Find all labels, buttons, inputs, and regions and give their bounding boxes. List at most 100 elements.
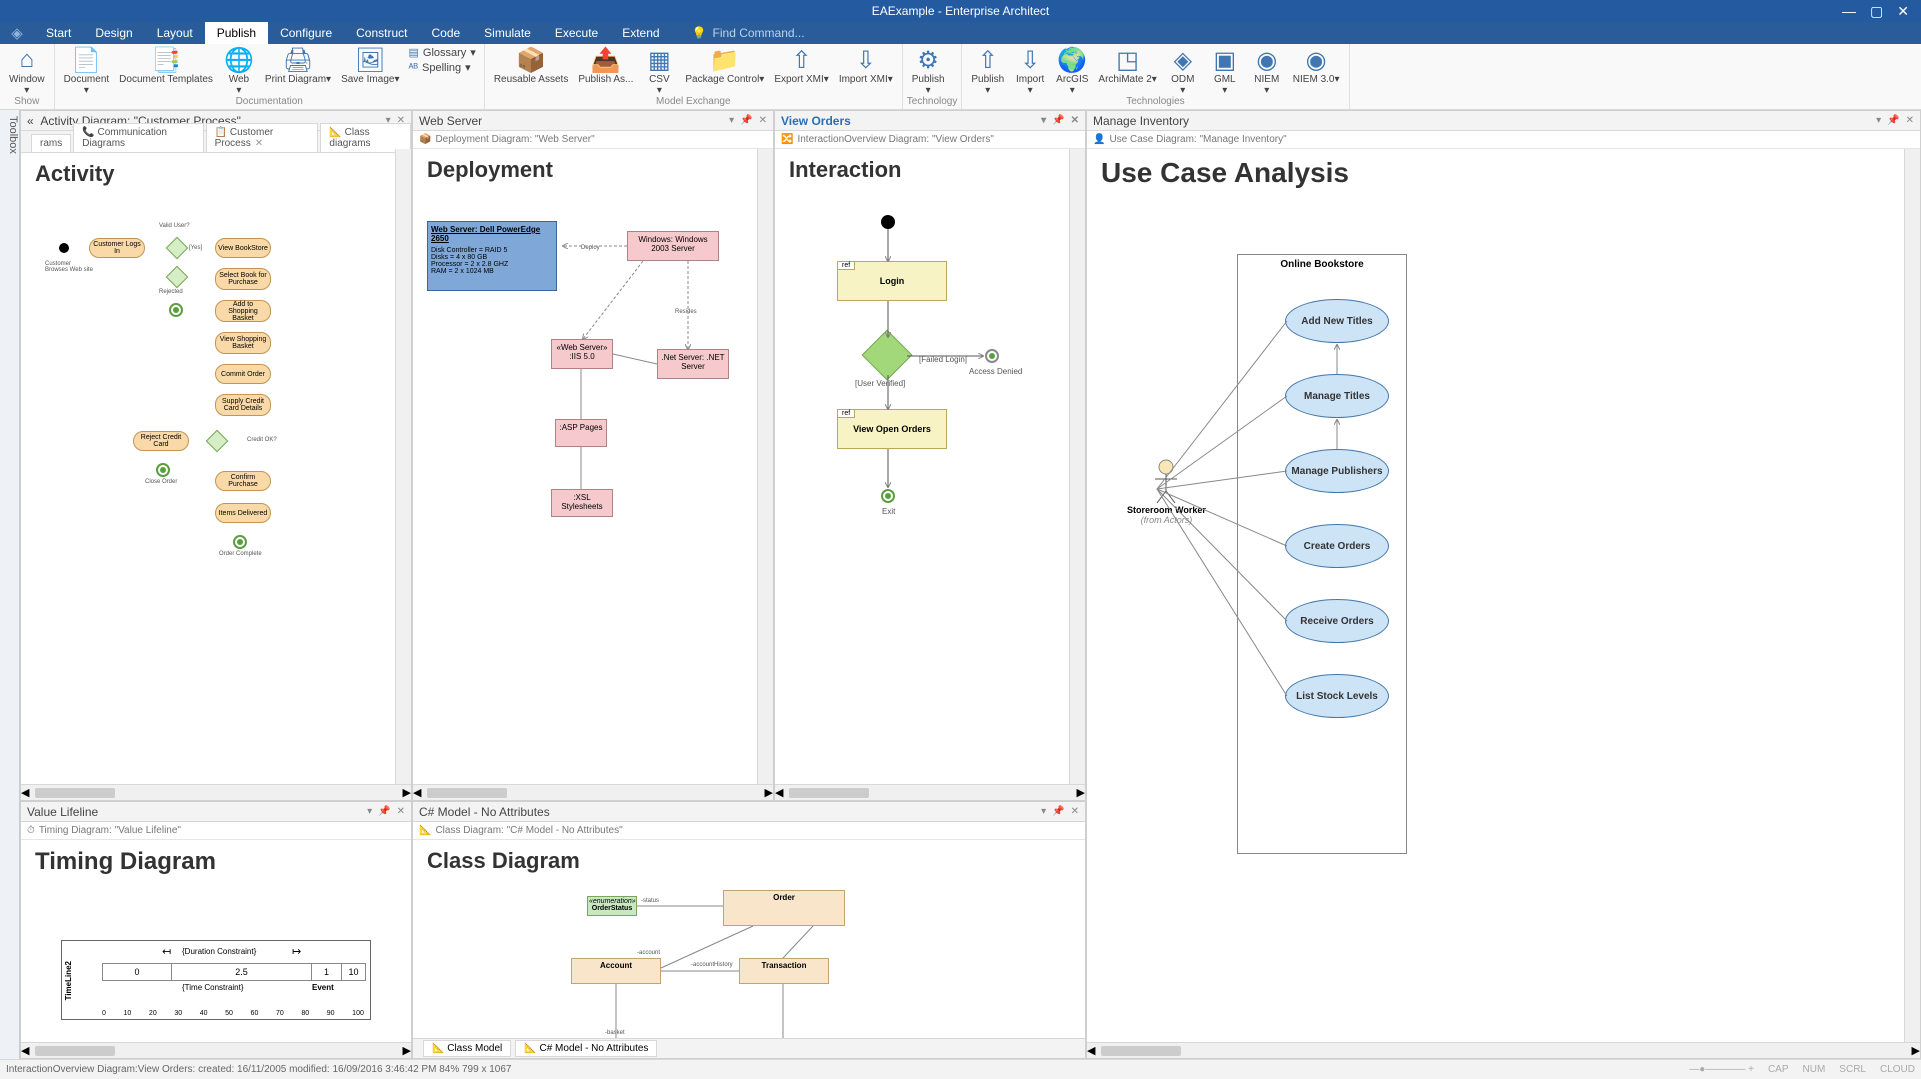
scrollbar-h[interactable]: ◀▶ [21, 784, 411, 800]
class-order[interactable]: Order [723, 890, 845, 926]
ribbon-document[interactable]: 📄Document▾ [59, 46, 115, 96]
class-canvas[interactable]: Class Diagram «enumeration» OrderStatus … [413, 840, 1085, 1038]
ribbon-web[interactable]: 🌐Web▾ [218, 46, 260, 96]
uc-manage-titles[interactable]: Manage Titles [1285, 374, 1389, 418]
ref-open-orders[interactable]: ref View Open Orders [837, 409, 947, 449]
ribbon-import-xmi[interactable]: ⇩Import XMI▾ [834, 46, 898, 85]
close-icon[interactable]: ✕ [1897, 3, 1909, 20]
tab-class-model[interactable]: 📐 Class Model [423, 1040, 511, 1057]
minimize-icon[interactable]: — [1842, 3, 1856, 20]
node-asp[interactable]: :ASP Pages [555, 419, 607, 447]
logo-icon[interactable]: ◈ [0, 24, 34, 42]
activity-canvas[interactable]: Activity Customer Logs In Valid User? [Y… [21, 153, 411, 784]
ribbon-window[interactable]: ⌂Window▾ [4, 46, 50, 96]
node-commit[interactable]: Commit Order [215, 364, 271, 384]
node-confirm[interactable]: Confirm Purchase [215, 471, 271, 491]
menu-extend[interactable]: Extend [610, 22, 671, 44]
node-windows[interactable]: Windows: Windows 2003 Server [627, 231, 719, 261]
scrollbar-v[interactable] [757, 149, 773, 784]
node-viewbasket[interactable]: View Shopping Basket [215, 332, 271, 354]
menu-execute[interactable]: Execute [543, 22, 610, 44]
uc-add-titles[interactable]: Add New Titles [1285, 299, 1389, 343]
sidebar-collapsed[interactable]: Toolbox Project Browser [0, 110, 20, 1059]
ribbon-niem3[interactable]: ◉NIEM 3.0▾ [1288, 46, 1345, 85]
scrollbar-h[interactable]: ◀▶ [1087, 1042, 1920, 1058]
decision-login[interactable] [862, 330, 913, 381]
node-supply[interactable]: Supply Credit Card Details [215, 394, 271, 416]
decision-rejected[interactable] [166, 266, 189, 289]
ribbon-tech-publish2[interactable]: ⇧Publish▾ [966, 46, 1009, 96]
scrollbar-v[interactable] [395, 149, 411, 784]
menubar: ◈ Start Design Layout Publish Configure … [0, 22, 1921, 44]
timing-canvas[interactable]: Timing Diagram TimeLine2 {Duration Const… [21, 840, 411, 1042]
menu-construct[interactable]: Construct [344, 22, 419, 44]
actor-storeroom[interactable]: Storeroom Worker (from Actors) [1127, 459, 1206, 525]
ref-login[interactable]: ref Login [837, 261, 947, 301]
diagram-title: Deployment [413, 149, 773, 191]
scrollbar-v[interactable] [1904, 149, 1920, 1042]
node-iis[interactable]: «Web Server» :IIS 5.0 [551, 339, 613, 369]
ribbon-arcgis[interactable]: 🌍ArcGIS▾ [1051, 46, 1093, 96]
scrollbar-h[interactable]: ◀▶ [413, 784, 773, 800]
ribbon-save-image[interactable]: 🖼Save Image▾ [336, 46, 404, 85]
maximize-icon[interactable]: ▢ [1870, 3, 1883, 20]
menu-start[interactable]: Start [34, 22, 83, 44]
tab-csharp-model[interactable]: 📐 C# Model - No Attributes [515, 1040, 657, 1057]
node-select[interactable]: Select Book for Purchase [215, 268, 271, 290]
node-view[interactable]: View BookStore [215, 238, 271, 258]
ribbon-tech-import[interactable]: ⇩Import▾ [1009, 46, 1051, 96]
tab-comm[interactable]: 📞 Communication Diagrams [73, 123, 203, 152]
node-xsl[interactable]: :XSL Stylesheets [551, 489, 613, 517]
scrollbar-h[interactable]: ◀▶ [775, 784, 1085, 800]
toolbox-tab[interactable]: Toolbox [7, 116, 19, 1059]
deployment-canvas[interactable]: Deployment Web Server: Dell PowerEdge 26… [413, 149, 773, 784]
enum-orderstatus[interactable]: «enumeration» OrderStatus [587, 896, 637, 916]
ribbon-csv[interactable]: ▦CSV▾ [638, 46, 680, 96]
tab-rams[interactable]: rams [31, 134, 71, 152]
zoom-slider[interactable]: —●———— + [1689, 1064, 1754, 1075]
menu-configure[interactable]: Configure [268, 22, 344, 44]
interaction-canvas[interactable]: Interaction ref Login [Failed Login] [Us… [775, 149, 1085, 784]
menu-design[interactable]: Design [83, 22, 144, 44]
ribbon-glossary[interactable]: ▤Glossary ▾ [408, 46, 475, 59]
uc-manage-publishers[interactable]: Manage Publishers [1285, 449, 1389, 493]
node-login[interactable]: Customer Logs In [89, 238, 145, 258]
class-transaction[interactable]: Transaction [739, 958, 829, 984]
node-reject[interactable]: Reject Credit Card [133, 431, 189, 451]
ribbon-odm[interactable]: ◈ODM▾ [1162, 46, 1204, 96]
uc-list-stock[interactable]: List Stock Levels [1285, 674, 1389, 718]
ribbon-spelling[interactable]: ᴬᴮSpelling ▾ [408, 61, 475, 74]
ribbon-doc-templates[interactable]: 📑Document Templates [114, 46, 218, 85]
ribbon-package-control[interactable]: 📁Package Control▾ [680, 46, 769, 85]
ribbon-niem[interactable]: ◉NIEM▾ [1246, 46, 1288, 96]
node-dotnet[interactable]: .Net Server: .NET Server [657, 349, 729, 379]
uc-create-orders[interactable]: Create Orders [1285, 524, 1389, 568]
find-command[interactable]: 💡Find Command... [692, 26, 805, 40]
timing-box[interactable]: TimeLine2 {Duration Constraint} ↤ ↦ 0 2.… [61, 940, 371, 1020]
tab-class-diagrams[interactable]: 📐 Class diagrams [320, 123, 411, 152]
scrollbar-h[interactable]: ◀▶ [21, 1042, 411, 1058]
decision-credit-ok[interactable] [206, 430, 229, 453]
node-delivered[interactable]: Items Delivered [215, 503, 271, 523]
menu-simulate[interactable]: Simulate [472, 22, 543, 44]
ribbon-archimate[interactable]: ◳ArchiMate 2▾ [1093, 46, 1161, 85]
ribbon-publish-as[interactable]: 📤Publish As... [573, 46, 638, 85]
ribbon-tech-publish[interactable]: ⚙Publish▾ [907, 46, 950, 96]
ribbon-export-xmi[interactable]: ⇧Export XMI▾ [769, 46, 834, 85]
menu-layout[interactable]: Layout [145, 22, 205, 44]
decision-valid-user[interactable] [166, 237, 189, 260]
node-add[interactable]: Add to Shopping Basket [215, 300, 271, 322]
scrollbar-v[interactable] [1069, 149, 1085, 784]
ribbon-gml[interactable]: ▣GML▾ [1204, 46, 1246, 96]
node-webserver[interactable]: Web Server: Dell PowerEdge 2650 Disk Con… [427, 221, 557, 291]
ribbon-reusable-assets[interactable]: 📦Reusable Assets [489, 46, 574, 85]
cloud-indicator: CLOUD [1880, 1064, 1915, 1075]
usecase-canvas[interactable]: Use Case Analysis Online Bookstore Store… [1087, 149, 1920, 1042]
uc-receive-orders[interactable]: Receive Orders [1285, 599, 1389, 643]
nav-back-icon[interactable]: « [27, 114, 34, 128]
menu-publish[interactable]: Publish [205, 22, 268, 44]
ribbon-print-diagram[interactable]: 🖨Print Diagram▾ [260, 46, 336, 85]
menu-code[interactable]: Code [419, 22, 472, 44]
tab-customer-process[interactable]: 📋 Customer Process✕ [206, 123, 319, 152]
class-account[interactable]: Account [571, 958, 661, 984]
